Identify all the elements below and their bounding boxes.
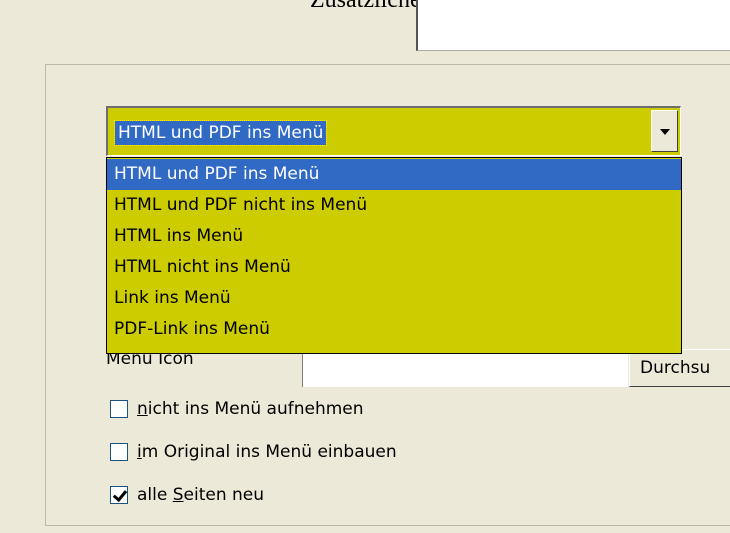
checkbox-row-all-pages-new[interactable]: alle Seiten neu <box>110 482 264 508</box>
mnemonic-letter: n <box>137 399 148 419</box>
label-text: m Original ins Menü einbauen <box>141 442 397 462</box>
top-panel <box>416 0 730 51</box>
dropdown-option-html-in-menu[interactable]: HTML ins Menü <box>107 221 681 252</box>
mnemonic-letter: S <box>172 485 184 505</box>
label-prefix: alle <box>137 485 173 505</box>
menu-mode-dropdown-list: HTML und PDF ins Menü HTML und PDF nicht… <box>106 157 682 354</box>
checkbox-all-pages-new-label: alle Seiten neu <box>137 485 264 505</box>
label-text: icht ins Menü aufnehmen <box>147 399 364 419</box>
menu-icon-field[interactable] <box>302 349 628 387</box>
dropdown-option-html-pdf-not-in-menu[interactable]: HTML und PDF nicht ins Menü <box>107 190 681 221</box>
checkbox-not-in-menu[interactable] <box>110 400 128 418</box>
checkbox-row-not-in-menu[interactable]: nicht ins Menü aufnehmen <box>110 396 364 422</box>
checkbox-not-in-menu-label: nicht ins Menü aufnehmen <box>137 399 364 419</box>
browse-button[interactable]: Durchsu <box>629 349 730 387</box>
label-text: eiten neu <box>183 485 265 505</box>
dropdown-option-html-not-in-menu[interactable]: HTML nicht ins Menü <box>107 252 681 283</box>
checkbox-original-in-menu-label: im Original ins Menü einbauen <box>137 442 397 462</box>
checkbox-row-original-in-menu[interactable]: im Original ins Menü einbauen <box>110 439 397 465</box>
dropdown-option-html-pdf-in-menu[interactable]: HTML und PDF ins Menü <box>107 159 681 190</box>
checkbox-all-pages-new[interactable] <box>110 486 128 504</box>
dropdown-option-pdf-link-in-menu[interactable]: PDF-Link ins Menü <box>107 314 681 345</box>
checkbox-original-in-menu[interactable] <box>110 443 128 461</box>
menu-mode-combobox[interactable]: HTML und PDF ins Menü <box>106 106 681 156</box>
dropdown-arrow-button[interactable] <box>651 110 678 152</box>
combo-selected-value: HTML und PDF ins Menü <box>113 120 328 146</box>
dropdown-option-link-in-menu[interactable]: Link ins Menü <box>107 283 681 314</box>
